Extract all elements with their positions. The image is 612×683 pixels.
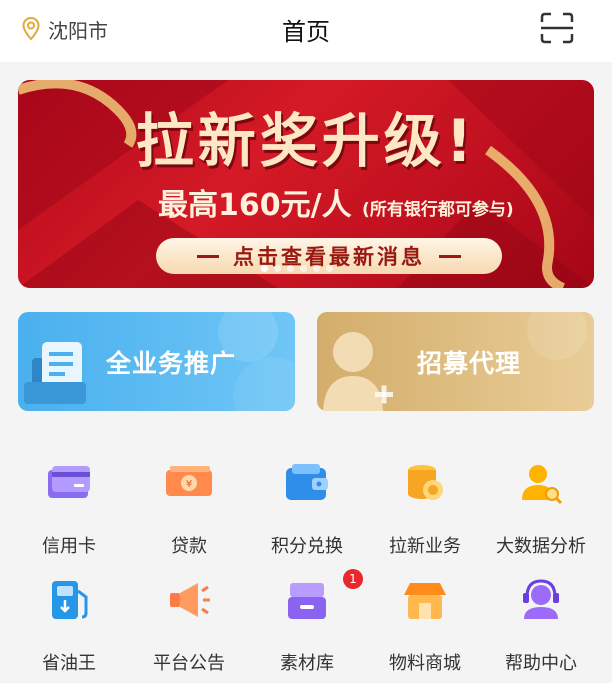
promo-banner[interactable]: 拉新奖升级! 最高160元/人 (所有银行都可参与) 点击查看最新消息	[18, 80, 594, 288]
notification-badge: 1	[343, 569, 363, 589]
menu-item-big-data[interactable]: 大数据分析	[482, 458, 600, 558]
credit-card-icon	[48, 466, 90, 498]
banner-subtitle: 最高160元/人 (所有银行都可参与)	[158, 180, 514, 224]
menu-item-fuel-saver[interactable]: 省油王	[10, 575, 128, 675]
wallet-icon	[286, 464, 328, 500]
cta-dash-right	[439, 254, 461, 258]
recruit-agent-card[interactable]: 招募代理	[317, 312, 594, 411]
cta-dash-left	[197, 254, 219, 258]
promote-all-card[interactable]: 全业务推广	[18, 312, 295, 411]
shop-icon	[404, 583, 446, 619]
menu-item-material-mall[interactable]: 物料商城	[366, 575, 484, 675]
carousel-dot[interactable]	[300, 265, 307, 272]
drawer-icon	[288, 583, 326, 619]
menu-label: 省油王	[42, 653, 96, 674]
menu-label: 平台公告	[153, 653, 225, 674]
headset-icon	[523, 579, 559, 619]
carousel-dot[interactable]	[287, 265, 294, 272]
carousel-dot[interactable]	[326, 265, 333, 272]
coins-icon	[408, 465, 443, 500]
menu-item-announcements[interactable]: 平台公告	[130, 575, 248, 675]
megaphone-icon	[170, 583, 210, 617]
scan-icon[interactable]	[540, 12, 574, 44]
menu-label: 信用卡	[42, 536, 96, 557]
menu-label: 贷款	[171, 536, 207, 557]
recruit-agent-label: 招募代理	[417, 349, 522, 378]
banner-headline: 拉新奖升级!	[135, 107, 477, 175]
menu-label: 帮助中心	[505, 653, 577, 674]
menu-label: 物料商城	[389, 653, 461, 674]
loan-icon: ¥	[166, 466, 212, 496]
menu-label: 积分兑换	[271, 536, 343, 557]
user-search-icon	[522, 465, 563, 505]
menu-item-help-center[interactable]: 帮助中心	[482, 575, 600, 675]
menu-item-points-exchange[interactable]: 积分兑换	[248, 458, 366, 558]
carousel-indicator	[258, 265, 336, 272]
page-title: 首页	[282, 18, 330, 46]
menu-label: 大数据分析	[496, 536, 586, 557]
menu-label: 拉新业务	[389, 536, 461, 557]
menu-item-credit-card[interactable]: 信用卡	[10, 458, 128, 558]
menu-item-loan[interactable]: ¥ 贷款	[130, 458, 248, 558]
menu-item-new-customer[interactable]: 拉新业务	[366, 458, 484, 558]
carousel-dot[interactable]	[261, 265, 268, 272]
top-bar: 沈阳市 首页	[0, 0, 612, 62]
menu-label: 素材库	[280, 653, 334, 674]
promote-all-label: 全业务推广	[106, 349, 237, 378]
banner-reward-note: (所有银行都可参与)	[362, 200, 514, 220]
carousel-dot[interactable]	[313, 265, 320, 272]
menu-item-material-library[interactable]: 素材库	[248, 575, 366, 675]
carousel-dot[interactable]	[274, 265, 281, 272]
svg-text:¥: ¥	[186, 479, 192, 490]
fuel-pump-icon	[52, 581, 88, 619]
banner-reward-text: 最高160元/人	[158, 188, 352, 223]
